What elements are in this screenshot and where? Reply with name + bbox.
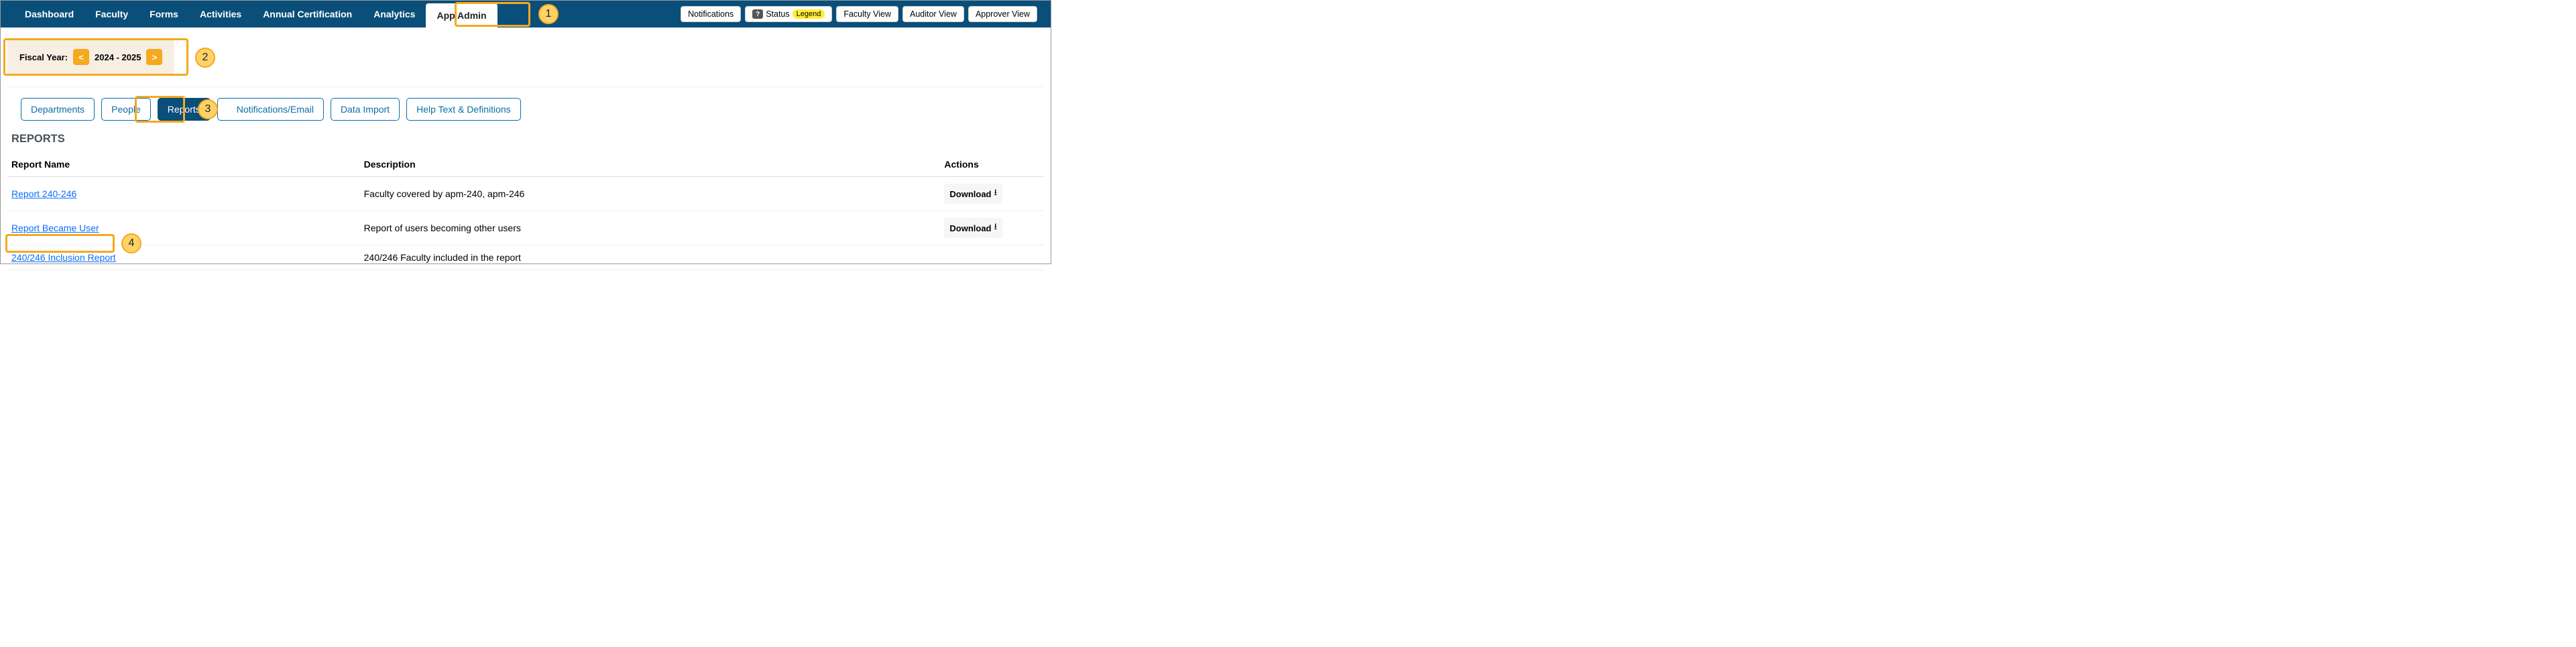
subtab-help-text-definitions[interactable]: Help Text & Definitions (406, 98, 521, 121)
faculty-view-button[interactable]: Faculty View (836, 6, 898, 22)
col-report-name: Report Name (7, 152, 360, 177)
auditor-view-button[interactable]: Auditor View (902, 6, 964, 22)
question-icon: ? (752, 9, 763, 19)
download-label: Download (949, 223, 991, 233)
approver-view-button[interactable]: Approver View (968, 6, 1037, 22)
table-row: Report Became User Report of users becom… (7, 211, 1044, 245)
nav-dashboard[interactable]: Dashboard (14, 1, 84, 27)
status-legend-button[interactable]: ? Status Legend (745, 6, 832, 22)
top-navbar-left: Dashboard Faculty Forms Activities Annua… (14, 1, 497, 27)
nav-annual-certification[interactable]: Annual Certification (252, 1, 363, 27)
status-label: Status (766, 9, 789, 19)
top-navbar-right: Notifications ? Status Legend Faculty Vi… (681, 6, 1037, 22)
report-desc: Faculty covered by apm-240, apm-246 (360, 177, 941, 211)
download-label: Download (949, 189, 991, 199)
subtab-reports[interactable]: Reports (158, 98, 211, 121)
fiscal-year-next-button[interactable]: > (146, 49, 162, 65)
fiscal-year-selector: Fiscal Year: < 2024 - 2025 > (7, 40, 174, 74)
legend-pill: Legend (793, 9, 825, 19)
nav-faculty[interactable]: Faculty (84, 1, 139, 27)
nav-app-admin[interactable]: App Admin (426, 3, 497, 27)
subtab-departments[interactable]: Departments (21, 98, 95, 121)
top-navbar: Dashboard Faculty Forms Activities Annua… (1, 1, 1051, 27)
download-icon: ⭳ (994, 186, 998, 201)
report-desc: 240/246 Faculty included in the report (360, 245, 941, 270)
fiscal-year-prev-button[interactable]: < (73, 49, 89, 65)
report-link-240-246-inclusion[interactable]: 240/246 Inclusion Report (11, 252, 116, 263)
fiscal-year-label: Fiscal Year: (19, 52, 68, 62)
annotation-circle-2: 2 (195, 48, 215, 68)
table-row: 240/246 Inclusion Report 240/246 Faculty… (7, 245, 1044, 270)
subtab-notifications-email[interactable]: Notifications/Email (217, 98, 324, 121)
table-row: Report 240-246 Faculty covered by apm-24… (7, 177, 1044, 211)
fiscal-year-value: 2024 - 2025 (95, 52, 141, 62)
nav-forms[interactable]: Forms (139, 1, 189, 27)
report-link-became-user[interactable]: Report Became User (11, 223, 99, 233)
reports-table: Report Name Description Actions Report 2… (7, 152, 1044, 270)
nav-analytics[interactable]: Analytics (363, 1, 426, 27)
download-button[interactable]: Download⭳ (944, 218, 1002, 238)
report-link-240-246[interactable]: Report 240-246 (11, 188, 76, 199)
col-actions: Actions (940, 152, 1044, 177)
subtab-people[interactable]: People (101, 98, 151, 121)
notifications-button[interactable]: Notifications (681, 6, 741, 22)
subtab-bar: Departments People Reports Notifications… (1, 94, 1051, 129)
subtab-data-import[interactable]: Data Import (331, 98, 400, 121)
reports-table-header-row: Report Name Description Actions (7, 152, 1044, 177)
download-button[interactable]: Download⭳ (944, 184, 1002, 204)
col-description: Description (360, 152, 941, 177)
separator (7, 86, 1044, 87)
report-desc: Report of users becoming other users (360, 211, 941, 245)
nav-activities[interactable]: Activities (189, 1, 252, 27)
download-icon: ⭳ (994, 221, 998, 235)
section-title-reports: REPORTS (1, 129, 1051, 150)
